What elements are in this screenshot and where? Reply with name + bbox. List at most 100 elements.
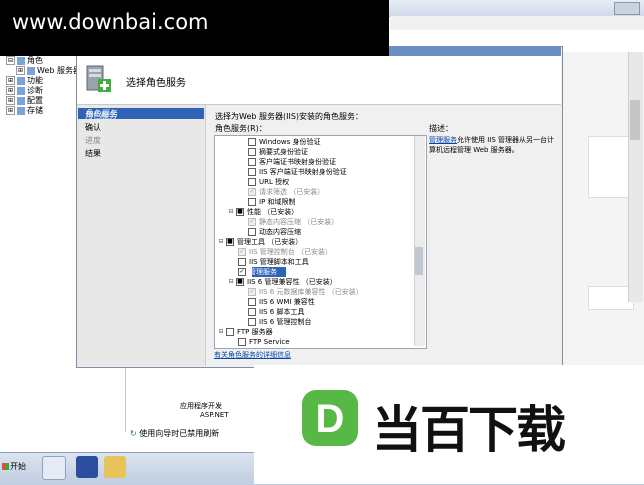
explorer-folder-icon[interactable] bbox=[104, 456, 126, 478]
collapse-toggle-icon[interactable]: ⊟ bbox=[228, 279, 234, 285]
role-service-item[interactable]: ✓ IIS 6 元数据库兼容性 （已安装） bbox=[248, 287, 363, 297]
role-service-label: Windows 身份验证 bbox=[259, 138, 321, 146]
checkbox[interactable] bbox=[238, 338, 246, 346]
expander-icon[interactable]: ⊞ bbox=[16, 66, 25, 75]
checkbox[interactable] bbox=[248, 298, 256, 306]
checkbox[interactable]: ■ bbox=[236, 278, 244, 286]
role-service-lines: 应用程序开发 ASP.NET bbox=[180, 402, 229, 420]
checkbox[interactable]: ■ bbox=[226, 238, 234, 246]
tree-item-features[interactable]: ⊞ 功能 bbox=[6, 76, 43, 86]
details-scrollbar[interactable] bbox=[628, 52, 643, 302]
description-body: 管理服务允许使用 IIS 管理器从另一台计算机远程管理 Web 服务器。 bbox=[429, 135, 555, 155]
start-label: 开始 bbox=[10, 462, 26, 471]
tree-item-roles[interactable]: ⊟ 角色 bbox=[6, 56, 43, 66]
role-service-item[interactable]: ✓ 静态内容压缩 （已安装） bbox=[248, 217, 338, 227]
role-service-item[interactable]: ⊟ FTP 服务器 bbox=[218, 327, 273, 337]
checkbox[interactable]: ✓ bbox=[248, 188, 256, 196]
collapse-toggle-icon[interactable]: ⊟ bbox=[218, 239, 224, 245]
brand-logo-icon: D bbox=[302, 390, 358, 446]
role-service-label: IIS 6 管理控制台 bbox=[259, 318, 312, 326]
checkbox[interactable] bbox=[248, 158, 256, 166]
role-service-item[interactable]: ✓ 管理服务 bbox=[238, 267, 277, 277]
checkbox[interactable] bbox=[238, 258, 246, 266]
powershell-icon[interactable] bbox=[76, 456, 98, 478]
role-service-label: FTP Service bbox=[249, 338, 290, 346]
role-service-item[interactable]: ✓ 请求筛选 （已安装） bbox=[248, 187, 324, 197]
role-service-label: 请求筛选 （已安装） bbox=[259, 188, 325, 196]
expander-icon[interactable]: ⊞ bbox=[6, 86, 15, 95]
window-controls[interactable] bbox=[614, 2, 640, 15]
tree-item-diagnostics[interactable]: ⊞ 诊断 bbox=[6, 86, 43, 96]
role-service-item[interactable]: ⊟ ■ 性能 （已安装） bbox=[228, 207, 298, 217]
start-button[interactable]: 开始 bbox=[2, 456, 32, 478]
expander-icon[interactable]: ⊞ bbox=[6, 96, 15, 105]
role-service-label: 性能 （已安装） bbox=[247, 208, 299, 216]
folder-icon bbox=[17, 86, 25, 95]
collapse-toggle-icon[interactable]: ⊟ bbox=[218, 329, 224, 335]
role-service-item[interactable]: ⊟ ■ IIS 6 管理兼容性 （已安装） bbox=[228, 277, 337, 287]
role-service-label: IIS 6 管理兼容性 （已安装） bbox=[247, 278, 337, 286]
expander-icon[interactable]: ⊟ bbox=[6, 56, 15, 65]
wizard-steps: 角色服务 确认 进度 结果 bbox=[77, 105, 206, 366]
details-scrollbar-thumb[interactable] bbox=[630, 100, 640, 140]
role-service-item[interactable]: ✓ IIS 管理控制台 （已安装） bbox=[238, 247, 332, 257]
tree-item-configuration[interactable]: ⊞ 配置 bbox=[6, 96, 43, 106]
role-service-item[interactable]: 摘要式身份验证 bbox=[248, 147, 308, 157]
step-results[interactable]: 结果 bbox=[85, 148, 101, 159]
role-service-item[interactable]: IIS 6 脚本工具 bbox=[248, 307, 304, 317]
role-service-item[interactable]: FTP Service bbox=[238, 337, 290, 347]
tree-label: 配置 bbox=[27, 96, 43, 105]
tree-item-web-server[interactable]: ⊞ Web 服务器 bbox=[16, 66, 81, 76]
description-link[interactable]: 管理服务 bbox=[429, 136, 457, 144]
server-manager-taskbar-icon[interactable] bbox=[42, 456, 66, 480]
checkbox[interactable]: ✓ bbox=[238, 248, 246, 256]
role-service-item[interactable]: 客户端证书映射身份验证 bbox=[248, 157, 336, 167]
checkbox[interactable] bbox=[248, 198, 256, 206]
windows-logo-icon bbox=[2, 463, 9, 470]
step-confirm[interactable]: 确认 bbox=[85, 122, 101, 133]
role-service-label: IIS 6 元数据库兼容性 （已安装） bbox=[259, 288, 363, 296]
role-service-label: IIS 6 WMI 兼容性 bbox=[259, 298, 315, 306]
folder-icon bbox=[17, 56, 25, 65]
server-icon bbox=[27, 66, 35, 75]
list-scrollbar-thumb[interactable] bbox=[415, 247, 423, 275]
role-service-label: IIS 管理脚本和工具 bbox=[249, 258, 309, 266]
role-service-item[interactable]: IIS 客户端证书映射身份验证 bbox=[248, 167, 347, 177]
step-role-services[interactable]: 角色服务 bbox=[85, 110, 117, 121]
checkbox[interactable] bbox=[248, 318, 256, 326]
more-info-link[interactable]: 有关角色服务的详细信息 bbox=[214, 350, 291, 360]
role-service-item[interactable]: 动态内容压缩 bbox=[248, 227, 301, 237]
checkbox[interactable] bbox=[248, 178, 256, 186]
collapse-toggle-icon[interactable]: ⊟ bbox=[228, 209, 234, 215]
intro-text: 选择为Web 服务器(IIS)安装的角色服务： bbox=[215, 112, 364, 121]
checkbox[interactable]: ✓ bbox=[238, 268, 246, 276]
role-service-item[interactable]: ⊟ ■ 管理工具 （已安装） bbox=[218, 237, 302, 247]
tree-item-storage[interactable]: ⊞ 存储 bbox=[6, 106, 43, 116]
checkbox[interactable]: ✓ bbox=[248, 218, 256, 226]
role-service-label: 管理工具 （已安装） bbox=[237, 238, 303, 246]
role-service-item[interactable]: Windows 身份验证 bbox=[248, 137, 320, 147]
role-service-item[interactable]: IP 和域限制 bbox=[248, 197, 296, 207]
refresh-icon: ↻ bbox=[130, 429, 140, 438]
checkbox[interactable] bbox=[248, 228, 256, 236]
step-progress: 进度 bbox=[85, 136, 101, 145]
role-service-item[interactable]: IIS 6 WMI 兼容性 bbox=[248, 297, 315, 307]
summary-line: ASP.NET bbox=[200, 411, 229, 419]
folder-icon bbox=[17, 96, 25, 105]
expander-icon[interactable]: ⊞ bbox=[6, 76, 15, 85]
checkbox[interactable] bbox=[248, 168, 256, 176]
checkbox[interactable] bbox=[248, 308, 256, 316]
checkbox[interactable]: ■ bbox=[236, 208, 244, 216]
checkbox[interactable] bbox=[226, 328, 234, 336]
expander-icon[interactable]: ⊞ bbox=[6, 106, 15, 115]
brand-logo-letter: D bbox=[316, 397, 345, 441]
summary-line: 应用程序开发 bbox=[180, 402, 222, 410]
status-text: ↻ 使用向导时已禁用刷新 bbox=[130, 428, 219, 439]
checkbox[interactable]: ✓ bbox=[248, 288, 256, 296]
role-service-item[interactable]: IIS 管理脚本和工具 bbox=[238, 257, 309, 267]
checkbox[interactable] bbox=[248, 148, 256, 156]
list-scrollbar[interactable] bbox=[414, 136, 425, 346]
role-service-item[interactable]: IIS 6 管理控制台 bbox=[248, 317, 311, 327]
role-service-item[interactable]: URL 授权 bbox=[248, 177, 289, 187]
checkbox[interactable] bbox=[248, 138, 256, 146]
